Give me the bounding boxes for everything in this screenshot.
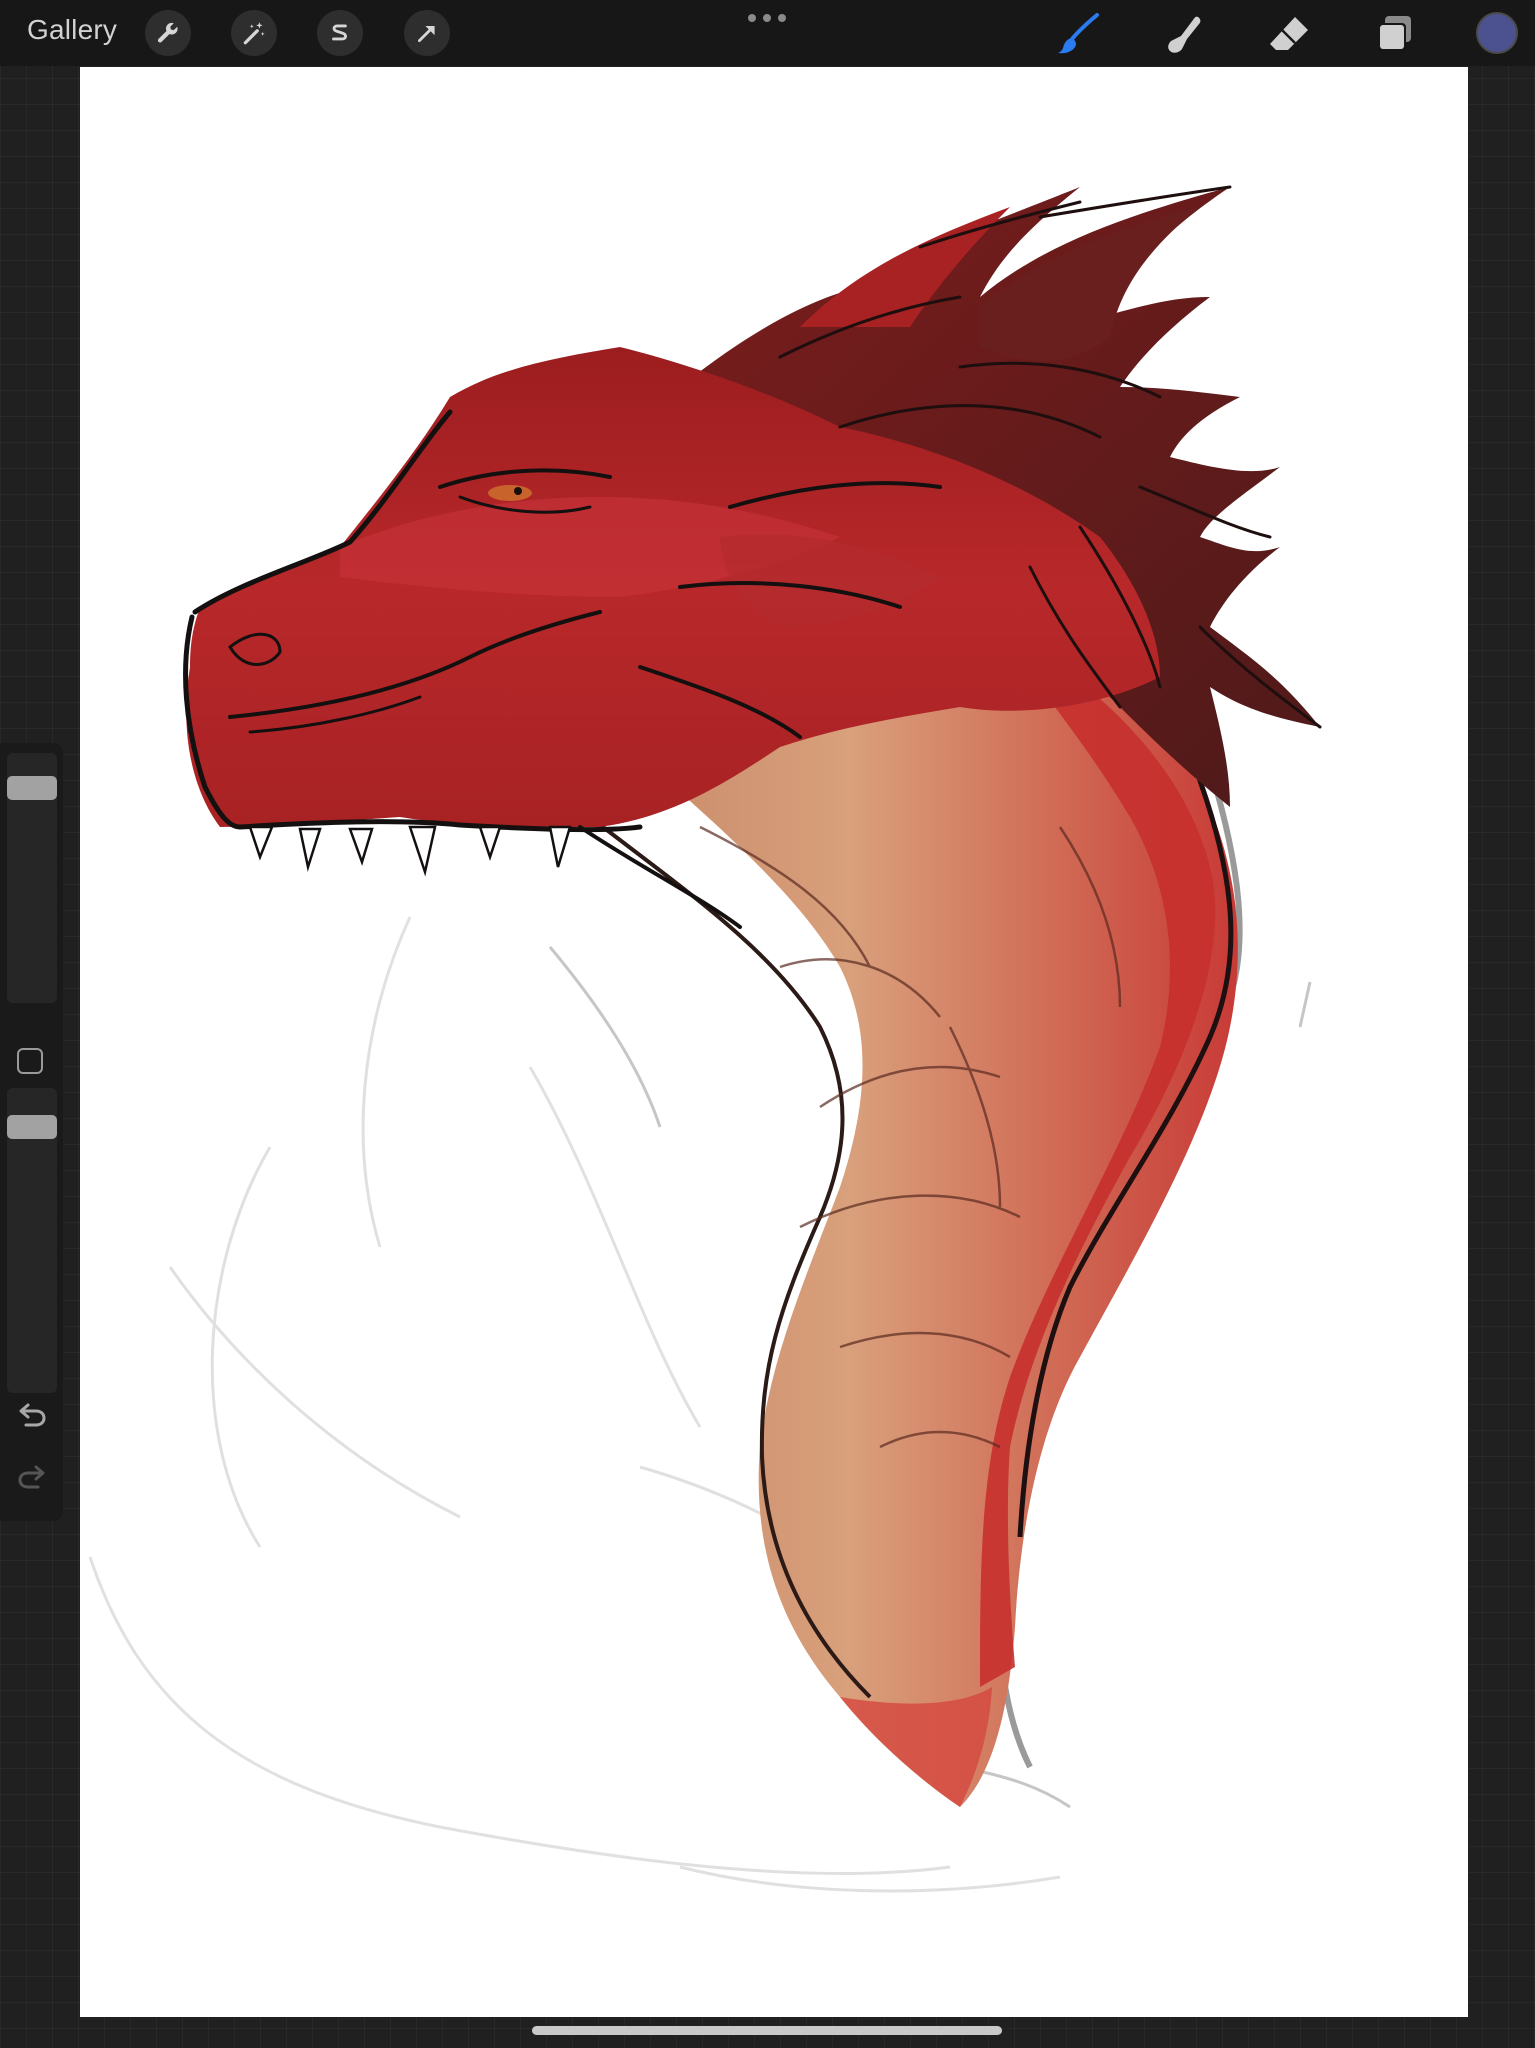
dragon-artwork bbox=[88, 185, 1322, 1893]
top-toolbar: Gallery bbox=[0, 0, 1535, 66]
drawing-canvas[interactable] bbox=[80, 67, 1468, 2017]
brush-opacity-thumb[interactable] bbox=[7, 1114, 57, 1139]
brush-icon bbox=[1058, 13, 1099, 54]
square-modify-icon[interactable] bbox=[17, 1048, 43, 1074]
left-sidebar bbox=[0, 743, 63, 1521]
selection-s-icon bbox=[332, 24, 347, 41]
eraser-icon bbox=[1270, 17, 1308, 50]
brush-opacity-slider[interactable] bbox=[7, 1088, 57, 1393]
eraser-tool-button[interactable] bbox=[1264, 9, 1314, 59]
transform-button[interactable] bbox=[404, 10, 450, 56]
more-dots-icon[interactable] bbox=[748, 12, 786, 24]
actions-button[interactable] bbox=[145, 10, 191, 56]
undo-arrow-icon[interactable] bbox=[16, 1401, 48, 1429]
gallery-button[interactable]: Gallery bbox=[27, 14, 117, 46]
color-picker-swatch[interactable] bbox=[1476, 12, 1518, 54]
magic-wand-icon bbox=[243, 22, 265, 45]
smudge-finger-icon bbox=[1168, 16, 1201, 53]
selection-button[interactable] bbox=[317, 10, 363, 56]
smudge-tool-button[interactable] bbox=[1158, 9, 1208, 59]
brush-tool-button[interactable] bbox=[1053, 9, 1103, 59]
wrench-icon bbox=[157, 22, 178, 43]
home-indicator bbox=[532, 2026, 1002, 2035]
layers-button[interactable] bbox=[1369, 9, 1419, 59]
brush-size-slider[interactable] bbox=[7, 753, 57, 1003]
brush-size-thumb[interactable] bbox=[7, 775, 57, 800]
layers-icon bbox=[1378, 16, 1411, 51]
adjustments-button[interactable] bbox=[231, 10, 277, 56]
redo-arrow-icon[interactable] bbox=[16, 1463, 48, 1491]
arrow-cursor-icon bbox=[418, 25, 435, 42]
procreate-app: Gallery bbox=[0, 0, 1535, 2048]
